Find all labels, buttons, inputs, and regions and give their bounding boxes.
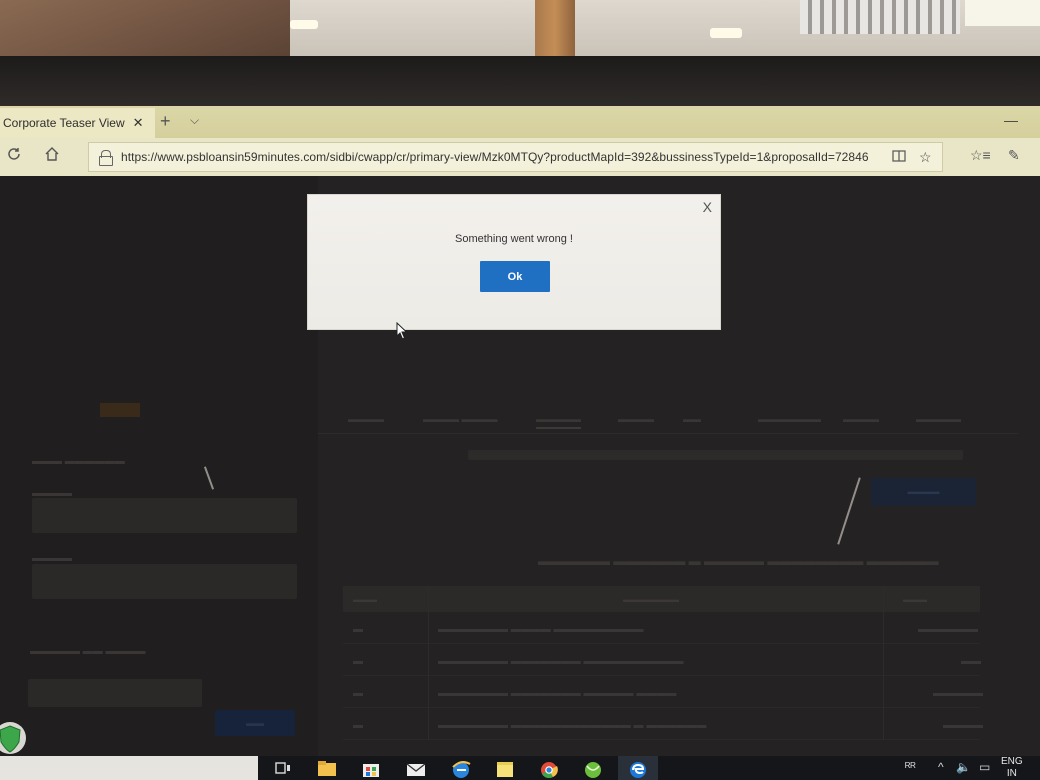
task-view-icon[interactable] [272, 758, 294, 778]
tab-title: Corporate Teaser View [3, 116, 125, 130]
network-icon[interactable]: ▭ [979, 760, 990, 774]
app-sphere-icon[interactable] [582, 758, 604, 778]
table-divider [428, 586, 429, 740]
table-row: ▬ ▬▬▬▬▬▬▬ ▬▬▬▬ ▬▬▬▬▬▬▬▬▬ ▬▬▬▬▬▬ [343, 612, 980, 644]
mail-icon[interactable] [405, 758, 427, 778]
windows-taskbar: ᴿᴿ ^ 🔈 ▭ ENG IN [0, 756, 1040, 780]
minimize-icon[interactable]: — [1004, 112, 1018, 128]
favorite-star-icon[interactable]: ☆ [919, 149, 932, 166]
data-table: ▬▬▬ ▬▬▬▬▬▬▬ ▬▬▬ ▬ ▬▬▬▬▬▬▬ ▬▬▬▬ ▬▬▬▬▬▬▬▬▬ ▬▬▬… [343, 586, 983, 740]
sidebar-field [32, 564, 297, 599]
table-row: ▬ ▬▬▬▬▬▬▬ ▬▬▬▬▬▬▬ ▬▬▬▬▬ ▬▬▬▬ ▬▬▬▬▬ [343, 676, 983, 708]
taskbar-search-box[interactable] [0, 756, 258, 780]
pillar [535, 0, 575, 58]
table-row: ▬ ▬▬▬▬▬▬▬ ▬▬▬▬▬▬▬ ▬▬▬▬▬▬▬▬▬▬ ▬▬ [343, 644, 981, 676]
sidebar-field [32, 498, 297, 533]
reading-view-icon[interactable] [892, 149, 906, 166]
page-info-line [468, 450, 963, 460]
monitor-bezel [0, 56, 1040, 106]
internet-explorer-icon[interactable] [450, 758, 472, 778]
edge-icon[interactable] [627, 758, 649, 778]
page-tab: ▬▬▬▬ ▬▬▬▬ [423, 414, 498, 424]
dialog-message: Something went wrong ! [454, 233, 573, 245]
refresh-icon[interactable] [6, 146, 22, 167]
page-action-button: ▬▬▬▬ [871, 478, 976, 506]
chrome-icon[interactable] [538, 758, 560, 778]
sidebar-logo [100, 403, 140, 417]
page-tabs: ▬▬▬▬ ▬▬▬▬ ▬▬▬▬ ▬▬▬▬▬ ▬▬▬▬ ▬▬ ▬▬▬▬▬▬▬ ▬▬▬… [318, 404, 1018, 434]
page-tab: ▬▬▬▬▬▬▬ [758, 414, 821, 424]
browser-tab[interactable]: Corporate Teaser View ✕ [0, 108, 155, 138]
antivirus-shield-icon[interactable] [0, 716, 30, 756]
home-icon[interactable] [44, 146, 60, 167]
page-tab: ▬▬▬▬▬ [916, 414, 961, 424]
ceiling-light [290, 20, 318, 29]
screen-scratch [837, 477, 861, 545]
volume-icon[interactable]: 🔈 [956, 760, 971, 774]
people-icon[interactable]: ᴿᴿ [905, 760, 916, 774]
sticky-notes-icon[interactable] [494, 758, 516, 778]
wood-panel [0, 0, 290, 58]
url-text: https://www.psbloansin59minutes.com/sidb… [121, 150, 869, 164]
file-explorer-icon[interactable] [316, 758, 338, 778]
tab-close-icon[interactable]: ✕ [133, 115, 144, 131]
sidebar-button: ▬▬ [215, 710, 295, 736]
page-tab: ▬▬▬▬▬ [536, 414, 581, 429]
ok-button[interactable]: Ok [480, 261, 550, 292]
new-tab-icon[interactable]: + [160, 112, 171, 130]
tab-menu-chevron-icon[interactable]: ⌵ [190, 113, 199, 128]
browser-nav-bar: https://www.psbloansin59minutes.com/sidb… [0, 138, 1040, 176]
page-tab: ▬▬ [683, 414, 701, 424]
language-code: ENG [1001, 756, 1023, 767]
region-code: IN [1006, 768, 1017, 779]
favorites-hub-icon[interactable]: ☆≡ [970, 146, 991, 164]
error-dialog: X Something went wrong ! Ok [307, 194, 721, 330]
tray-expand-chevron-icon[interactable]: ^ [938, 760, 944, 774]
table-title: ▬▬▬▬▬▬ ▬▬▬▬▬▬ ▬ ▬▬▬▬▬ ▬▬▬▬▬▬▬▬ ▬▬▬▬▬▬ [538, 554, 939, 568]
browser-tab-bar: Corporate Teaser View ✕ + ⌵ — [0, 106, 1040, 138]
page-tab: ▬▬▬▬ [348, 414, 384, 424]
sidebar-heading: ▬▬▬ ▬▬▬▬▬▬ [32, 456, 125, 467]
ceiling-vent [800, 0, 960, 34]
lock-icon [99, 150, 113, 166]
store-icon[interactable] [360, 758, 382, 778]
mouse-cursor-icon [396, 322, 408, 340]
dialog-close-button[interactable]: X [703, 199, 712, 215]
language-indicator[interactable]: ENG IN [1001, 756, 1023, 780]
page-tab: ▬▬▬▬ [843, 414, 879, 424]
sidebar: ▬▬▬ ▬▬▬▬▬▬ ▬▬▬▬ ▬▬▬▬ ▬▬▬▬▬ ▬▬ ▬▬▬▬ ▬▬ [0, 176, 318, 756]
page-tab: ▬▬▬▬ [618, 414, 654, 424]
sidebar-field [28, 679, 202, 707]
office-background [0, 0, 1040, 58]
address-bar[interactable]: https://www.psbloansin59minutes.com/sidb… [88, 142, 943, 172]
ceiling-light [710, 28, 742, 38]
sidebar-heading: ▬▬▬▬▬ ▬▬ ▬▬▬▬ [30, 646, 146, 657]
ceiling-light [965, 0, 1040, 26]
table-header: ▬▬▬ ▬▬▬▬▬▬▬ ▬▬▬ [343, 586, 980, 612]
pen-icon[interactable]: ✎ [1008, 146, 1020, 164]
table-divider [883, 586, 884, 740]
table-row: ▬ ▬▬▬▬▬▬▬ ▬▬▬▬▬▬▬▬▬▬▬▬ ▬ ▬▬▬▬▬▬ ▬▬▬▬ [343, 708, 983, 740]
field-label: ▬▬▬▬ [32, 553, 72, 564]
